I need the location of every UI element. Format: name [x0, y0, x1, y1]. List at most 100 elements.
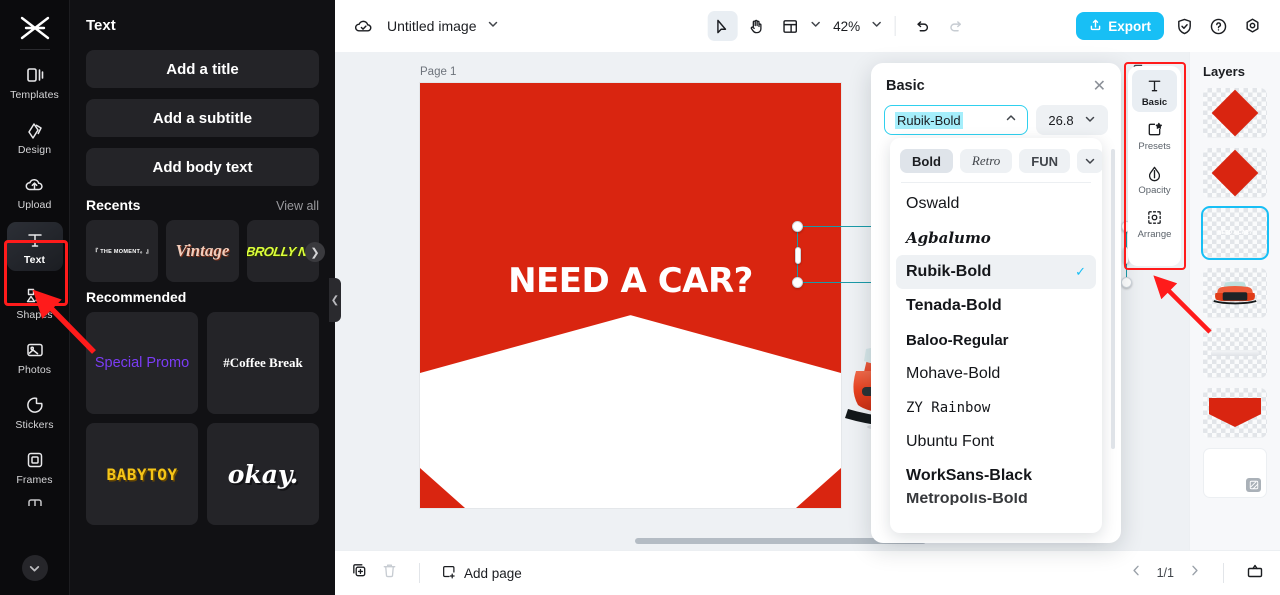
tool-basic[interactable]: Basic [1132, 70, 1177, 112]
font-list-item[interactable]: Agbalumo [896, 221, 1096, 255]
chip-bold[interactable]: Bold [900, 149, 953, 173]
next-page-button[interactable] [1188, 564, 1201, 582]
sidebar-item-templates[interactable]: Templates [7, 57, 63, 106]
sidebar-item-frames[interactable]: Frames [7, 442, 63, 491]
tool-label: Presets [1138, 141, 1171, 152]
recents-view-all-link[interactable]: View all [276, 199, 319, 213]
close-icon[interactable]: ✕ [1093, 76, 1106, 96]
font-size-value: 26.8 [1048, 112, 1074, 128]
prev-page-button[interactable] [1130, 564, 1143, 582]
font-list-item[interactable]: Ubuntu Font [896, 425, 1096, 459]
shield-check-icon[interactable] [1170, 12, 1198, 40]
font-name: Ubuntu Font [906, 433, 995, 450]
resize-handle-middle-left[interactable] [795, 246, 801, 264]
select-tool-button[interactable] [707, 11, 738, 41]
sidebar-item-shapes[interactable]: Shapes [7, 277, 63, 326]
present-icon[interactable] [1246, 562, 1264, 585]
font-list-item[interactable]: ZY Rainbow [896, 391, 1096, 425]
font-list-item[interactable]: Mohave-Bold [896, 357, 1096, 391]
chip-fun[interactable]: FUN [1019, 149, 1071, 173]
bottom-bar: Add page 1/1 [335, 550, 1280, 595]
add-subtitle-button[interactable]: Add a subtitle [86, 99, 319, 137]
font-list[interactable]: Oswald Agbalumo Rubik-Bold ✓ Tenada-Bold… [890, 187, 1102, 505]
trash-icon[interactable] [381, 562, 398, 584]
tool-arrange[interactable]: Arrange [1132, 202, 1177, 244]
font-list-item[interactable]: Tenada-Bold [896, 289, 1096, 323]
resize-handle-top-left[interactable] [792, 221, 803, 232]
tool-presets[interactable]: Presets [1132, 114, 1177, 156]
question-circle-icon[interactable] [1204, 12, 1232, 40]
recommended-header: Recommended [86, 289, 319, 305]
artboard[interactable]: NEED A CAR? [420, 83, 841, 508]
font-dropdown: Bold Retro FUN Oswald Agbalumo Rubik-Bol… [890, 138, 1102, 533]
font-list-item[interactable]: Baloo-Regular [896, 323, 1096, 357]
layer-item-diamond-2[interactable] [1203, 148, 1267, 198]
font-size-select[interactable]: 26.8 [1036, 105, 1108, 135]
add-page-label: Add page [464, 565, 522, 581]
tool-label: Basic [1141, 97, 1168, 108]
resize-handle-bottom-left[interactable] [792, 277, 803, 288]
upload-cloud-icon [24, 174, 46, 196]
export-upload-icon [1089, 18, 1102, 34]
recents-item[interactable]: 『 THE MOMENT。』 [86, 220, 159, 282]
sidebar-item-design[interactable]: Design [7, 112, 63, 161]
layer-item-pentagon[interactable] [1203, 388, 1267, 438]
headline-text[interactable]: NEED A CAR? [420, 261, 841, 301]
hand-tool-button[interactable] [741, 11, 771, 41]
duplicate-page-icon[interactable] [351, 562, 368, 584]
layout-tool-button[interactable] [775, 11, 805, 41]
export-button[interactable]: Export [1076, 12, 1164, 40]
list-item[interactable]: BABYTOY [86, 423, 198, 525]
list-item[interactable]: okay. [207, 423, 319, 525]
diamond-shape-icon [1211, 149, 1259, 197]
recents-item-label: Vintage [175, 241, 230, 260]
recents-item[interactable]: Vintage [166, 220, 239, 282]
layer-item-car[interactable] [1203, 268, 1267, 318]
layer-item-text[interactable]: NEED A CAR? [1201, 206, 1269, 260]
font-list-item-selected[interactable]: Rubik-Bold ✓ [896, 255, 1096, 289]
font-family-select[interactable]: Rubik-Bold [884, 105, 1028, 135]
chevron-down-icon[interactable] [1077, 149, 1102, 173]
list-item[interactable]: Special Promo [86, 312, 198, 414]
top-toolbar: Untitled image 42% Export [335, 0, 1280, 52]
redo-button[interactable] [941, 11, 971, 41]
rail-more-button[interactable] [21, 555, 48, 581]
font-list-item[interactable]: Oswald [896, 187, 1096, 221]
basic-text-panel: Basic ✕ Rubik-Bold 26.8 Bold Retro FUN O… [871, 63, 1121, 543]
chevron-down-icon[interactable] [809, 17, 821, 35]
font-name: Mohave-Bold [906, 365, 1001, 382]
sidebar-item-stickers[interactable]: Stickers [7, 387, 63, 436]
gear-icon[interactable] [1238, 12, 1266, 40]
font-panel-scrollbar[interactable] [1111, 149, 1115, 449]
font-list-item[interactable]: WorkSans-Black [896, 459, 1096, 493]
add-page-button[interactable]: Add page [441, 564, 522, 583]
font-controls-row: Rubik-Bold 26.8 [871, 105, 1121, 135]
recommended-item-label: #Coffee Break [223, 355, 303, 370]
text-t-icon [1146, 76, 1163, 95]
sidebar-item-text[interactable]: Text [6, 222, 63, 271]
undo-button[interactable] [907, 11, 937, 41]
font-list-item[interactable]: Metropolis-Bold [896, 493, 1096, 505]
cloud-check-icon[interactable] [349, 12, 377, 40]
add-title-button[interactable]: Add a title [86, 50, 319, 88]
capcut-logo-icon[interactable] [15, 13, 55, 43]
zoom-chevron-down-icon[interactable] [870, 17, 882, 35]
sidebar-item-upload[interactable]: Upload [7, 167, 63, 216]
sidebar-item-photos[interactable]: Photos [7, 332, 63, 381]
layer-item-diamond-1[interactable] [1203, 88, 1267, 138]
resize-handle-bottom-right[interactable] [1121, 277, 1132, 288]
zoom-level-value[interactable]: 42% [833, 19, 860, 34]
document-title[interactable]: Untitled image [387, 18, 477, 34]
sidebar-item-label: Shapes [16, 309, 53, 321]
panel-collapse-handle[interactable]: ❮ [329, 278, 341, 322]
layer-item-background[interactable] [1203, 448, 1267, 498]
layer-item-line[interactable] [1203, 328, 1267, 378]
list-item[interactable]: #Coffee Break [207, 312, 319, 414]
chip-retro[interactable]: Retro [959, 149, 1013, 173]
font-name: WorkSans-Black [906, 467, 1032, 484]
add-body-text-button[interactable]: Add body text [86, 148, 319, 186]
font-panel-title: Basic [886, 78, 925, 94]
tool-opacity[interactable]: Opacity [1132, 158, 1177, 200]
chevron-right-icon[interactable]: ❯ [305, 242, 325, 262]
chevron-down-icon[interactable] [487, 17, 499, 35]
